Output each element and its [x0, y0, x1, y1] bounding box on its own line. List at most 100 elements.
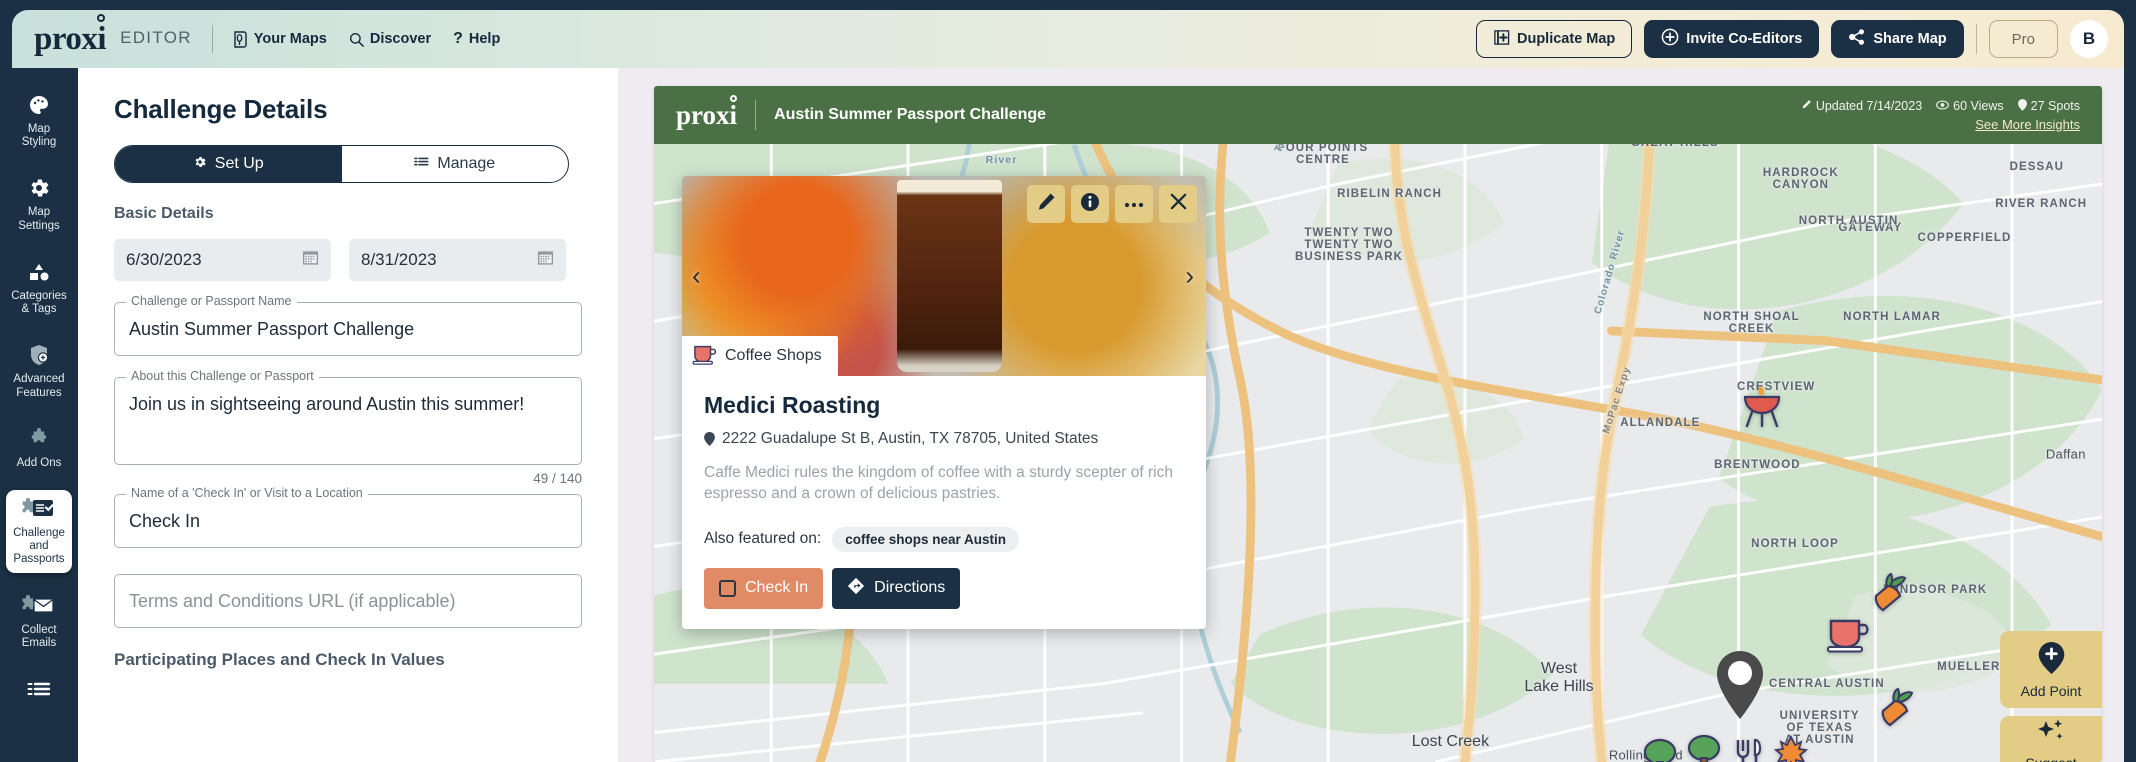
eye-icon: [1936, 99, 1950, 113]
edit-button[interactable]: [1027, 185, 1065, 223]
avatar[interactable]: B: [2070, 20, 2108, 58]
map-proxi-logo-text: proxi: [676, 99, 738, 130]
add-point-button[interactable]: Add Point: [2000, 631, 2102, 708]
map-label: HARDROCK CANYON: [1762, 167, 1839, 192]
sidebar-item-add-ons[interactable]: Add Ons: [6, 420, 72, 476]
map-label: MUELLER: [1937, 661, 2001, 674]
duplicate-map-label: Duplicate Map: [1517, 31, 1616, 47]
popup-body: Medici Roasting 2222 Guadalupe St B, Aus…: [682, 376, 1206, 629]
map-updated-text: Updated 7/14/2023: [1815, 99, 1923, 113]
map-book-icon: [233, 30, 248, 48]
map-label: COPPERFIELD: [1917, 232, 2012, 245]
map-label: NORTH LOOP: [1751, 538, 1839, 551]
directions-button[interactable]: Directions: [832, 567, 961, 609]
location-address: 2222 Guadalupe St B, Austin, TX 78705, U…: [722, 430, 1099, 447]
calendar-icon: [302, 249, 319, 271]
start-date-field[interactable]: 6/30/2023: [114, 239, 331, 281]
tab-manage[interactable]: Manage: [342, 146, 569, 182]
more-options-button[interactable]: [1115, 185, 1153, 223]
puzzle-checklist-icon: [20, 496, 58, 522]
date-range-row: 6/30/2023 8/31/2023: [114, 239, 582, 281]
poi-tree-icon[interactable]: [1642, 738, 1678, 762]
photo-prev-arrow[interactable]: ‹: [692, 261, 701, 292]
poi-maple-icon[interactable]: [1773, 735, 1808, 762]
header-divider: [211, 25, 213, 53]
share-map-button[interactable]: Share Map: [1831, 20, 1964, 58]
close-button[interactable]: [1159, 185, 1197, 223]
terms-url-field[interactable]: Terms and Conditions URL (if applicable): [114, 574, 582, 629]
category-chip[interactable]: Coffee Shops: [682, 336, 838, 376]
map-views-text: 60 Views: [1953, 99, 2004, 113]
popup-photo: ‹ › Coffee Shops: [682, 176, 1206, 376]
sidebar-item-advanced-features[interactable]: Advanced Features: [6, 336, 72, 405]
sidebar-item-challenge-and-passports[interactable]: Challenge and Passports: [6, 489, 72, 573]
duplicate-map-button[interactable]: Duplicate Map: [1476, 20, 1633, 58]
sidebar-item-collect-emails-label: Collect Emails: [21, 623, 57, 649]
map-stats: Updated 7/14/2023 60 Views 27 Spots See …: [1801, 98, 2080, 132]
poi-carrot-icon[interactable]: [1880, 688, 1918, 734]
sidebar-item-map-settings[interactable]: Map Settings: [6, 169, 72, 238]
ellipsis-icon: [1124, 195, 1144, 213]
map-label: FOUR POINTS CENTRE: [1277, 141, 1369, 166]
nav-your-maps[interactable]: Your Maps: [233, 30, 327, 48]
map-header-bar: proxi Austin Summer Passport Challenge U…: [654, 86, 2102, 144]
top-actions: Duplicate Map Invite Co-Editors Share Ma…: [1476, 20, 2108, 58]
end-date-field[interactable]: 8/31/2023: [349, 239, 566, 281]
top-nav: Your Maps Discover ? Help: [233, 30, 500, 48]
gear-icon: [27, 175, 51, 201]
nav-discover[interactable]: Discover: [349, 31, 431, 47]
challenge-details-panel: Challenge Details Set Up Manage Basic De…: [78, 68, 618, 762]
sidebar-item-map-styling[interactable]: Map Styling: [6, 86, 72, 155]
info-button[interactable]: [1071, 185, 1109, 223]
sidebar-item-add-ons-label: Add Ons: [16, 456, 62, 469]
sidebar-item-categories-tags[interactable]: Categories & Tags: [6, 253, 72, 322]
photo-next-arrow[interactable]: ›: [1185, 261, 1194, 292]
directions-icon: [847, 577, 865, 600]
actions-divider: [1975, 24, 1977, 54]
invite-co-editors-label: Invite Co-Editors: [1686, 31, 1803, 47]
editor-mode-label: EDITOR: [120, 27, 192, 47]
map-spots-stat: 27 Spots: [2017, 98, 2080, 114]
question-icon: ?: [453, 30, 463, 47]
proxi-logo[interactable]: proxi: [34, 13, 107, 56]
sidebar-item-collect-emails[interactable]: Collect Emails: [6, 587, 72, 656]
checkin-name-field[interactable]: Name of a 'Check In' or Visit to a Locat…: [114, 486, 582, 549]
photo-drink-graphic: [896, 180, 1002, 372]
selected-location-pin[interactable]: [1713, 649, 1767, 721]
puzzle-icon: [27, 426, 51, 452]
about-challenge-field[interactable]: About this Challenge or Passport Join us…: [114, 369, 582, 466]
featured-tag[interactable]: coffee shops near Austin: [832, 526, 1019, 552]
nav-help[interactable]: ? Help: [453, 30, 500, 48]
see-more-insights-link[interactable]: See More Insights: [1801, 117, 2080, 132]
poi-coffee-icon[interactable]: [1826, 614, 1872, 660]
plan-badge[interactable]: Pro: [1988, 20, 2058, 58]
poi-cutlery-icon[interactable]: [1730, 738, 1764, 762]
list-icon: [27, 676, 51, 702]
location-name: Medici Roasting: [704, 392, 881, 418]
invite-co-editors-button[interactable]: Invite Co-Editors: [1644, 20, 1820, 58]
poi-tree-icon[interactable]: [1686, 734, 1722, 762]
duplicate-icon: [1493, 29, 1510, 50]
sidebar-item-categories-tags-label: Categories & Tags: [11, 289, 67, 316]
suggest-button[interactable]: Suggest: [2000, 716, 2102, 762]
poi-grill-icon[interactable]: [1741, 384, 1783, 436]
challenge-name-field[interactable]: Challenge or Passport Name Austin Summer…: [114, 294, 582, 357]
map-spots-text: 27 Spots: [2030, 99, 2080, 113]
tab-set-up[interactable]: Set Up: [115, 146, 342, 182]
list-icon: [414, 155, 429, 173]
check-in-button[interactable]: Check In: [704, 567, 824, 609]
poi-carrot-icon[interactable]: [1873, 573, 1911, 619]
close-icon: [1169, 192, 1188, 216]
sidebar-item-list[interactable]: [6, 670, 72, 713]
popup-action-buttons: [1027, 185, 1197, 223]
map-pin-icon: [2017, 98, 2027, 114]
map-header-divider: [755, 100, 757, 130]
map-pin-plus-icon: [2038, 642, 2065, 679]
map-label: NORTH AUSTIN: [1798, 215, 1899, 228]
map-card: COMANCHE CANYON RANCH FOUR POINTS CENTRE…: [654, 86, 2102, 762]
pencil-icon: [1037, 192, 1056, 216]
puzzle-envelope-icon: [20, 593, 58, 619]
map-label: NORTH LAMAR: [1843, 311, 1941, 324]
about-char-counter: 49 / 140: [533, 471, 582, 487]
page-title: Challenge Details: [114, 94, 328, 124]
